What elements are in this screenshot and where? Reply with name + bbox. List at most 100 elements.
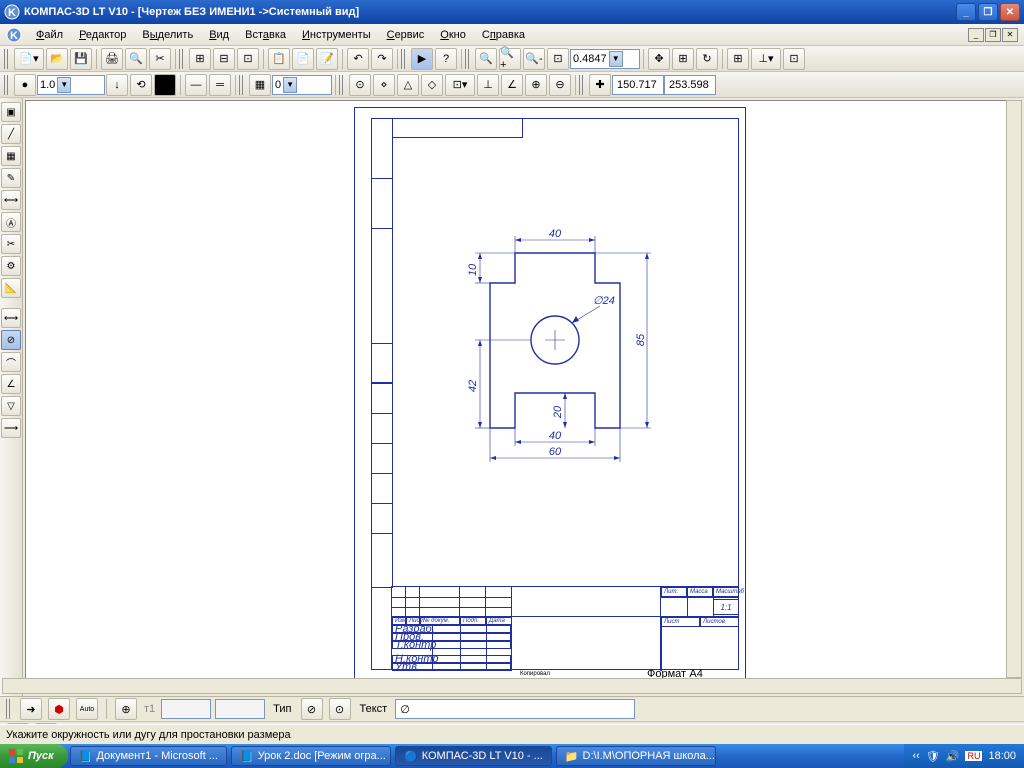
tool-symbol[interactable]: Ⓐ <box>1 212 21 232</box>
ortho-button[interactable]: ⊥▾ <box>751 48 781 70</box>
save-button[interactable]: 💾 <box>70 48 92 70</box>
type-diameter-icon[interactable]: ⊘ <box>301 698 323 720</box>
open-button[interactable]: 📂 <box>46 48 68 70</box>
linetype-button[interactable]: — <box>185 74 207 96</box>
mdi-restore[interactable]: ❐ <box>985 28 1001 42</box>
snap-button[interactable]: ⊡ <box>783 48 805 70</box>
tool-line[interactable]: ╱ <box>1 124 21 144</box>
menu-file[interactable]: Файл <box>28 27 71 43</box>
grip[interactable] <box>339 75 345 95</box>
undo-button[interactable]: ↶ <box>347 48 369 70</box>
subtool-6[interactable]: ⟶ <box>1 418 21 438</box>
cut-button[interactable]: ✂ <box>149 48 171 70</box>
zoom-fit-button[interactable]: ⊡ <box>547 48 569 70</box>
coord-y-field[interactable]: 253.598 <box>664 75 716 95</box>
tool-param[interactable]: ⚙ <box>1 256 21 276</box>
system-tray[interactable]: ‹‹ 🛡 🔊 RU 18:00 <box>904 744 1024 768</box>
tool-text[interactable]: ✎ <box>1 168 21 188</box>
zoom-out-button[interactable]: 🔍- <box>523 48 545 70</box>
coord-x-field[interactable]: 150.717 <box>612 75 664 95</box>
menu-edit[interactable]: Редактор <box>71 27 134 43</box>
task-word2[interactable]: 📘 Урок 2.doc [Режим огра... <box>231 746 391 766</box>
tool-edit[interactable]: ✂ <box>1 234 21 254</box>
text-field[interactable]: ∅ <box>395 699 635 719</box>
refresh-button[interactable]: ↻ <box>696 48 718 70</box>
t1-y-field[interactable] <box>215 699 265 719</box>
minimize-button[interactable]: _ <box>956 3 976 21</box>
scale-combo[interactable]: 1.0▼ <box>37 75 105 95</box>
zoom-prev-button[interactable]: ⊞ <box>672 48 694 70</box>
tool-b[interactable]: ⊟ <box>213 48 235 70</box>
point-icon[interactable]: ⊕ <box>115 698 137 720</box>
snap1[interactable]: ⊙ <box>349 74 371 96</box>
layer-combo[interactable]: 0▼ <box>272 75 332 95</box>
copy-button[interactable]: 📋 <box>268 48 290 70</box>
vertical-scrollbar[interactable] <box>1006 100 1022 678</box>
snap5[interactable]: ⊡▾ <box>445 74 475 96</box>
mdi-close[interactable]: ✕ <box>1002 28 1018 42</box>
auto-icon[interactable]: Auto <box>76 698 98 720</box>
subtool-5[interactable]: ▽ <box>1 396 21 416</box>
new-button[interactable]: 📄▾ <box>14 48 44 70</box>
menu-tools[interactable]: Инструменты <box>294 27 379 43</box>
grip[interactable] <box>465 49 471 69</box>
menu-view[interactable]: Вид <box>201 27 237 43</box>
task-kompas[interactable]: 🔵 КОМПАС-3D LT V10 - ... <box>395 746 552 766</box>
close-button[interactable]: ✕ <box>1000 3 1020 21</box>
redo-button[interactable]: ↷ <box>371 48 393 70</box>
grip[interactable] <box>4 75 10 95</box>
grip[interactable] <box>179 49 185 69</box>
menu-select[interactable]: Выделить <box>134 27 201 43</box>
snap9[interactable]: ⊖ <box>549 74 571 96</box>
preview-button[interactable]: 🔍 <box>125 48 147 70</box>
tray-vol-icon[interactable]: 🔊 <box>946 750 960 763</box>
tray-chevron-icon[interactable]: ‹‹ <box>912 750 919 762</box>
tray-shield-icon[interactable]: 🛡 <box>926 750 940 763</box>
menu-service[interactable]: Сервис <box>379 27 433 43</box>
subtool-3[interactable]: ⌒ <box>1 352 21 372</box>
grid-button[interactable]: ⊞ <box>727 48 749 70</box>
stop-icon[interactable]: ⬢ <box>48 698 70 720</box>
zoom-combo[interactable]: 0.4847▼ <box>570 49 640 69</box>
menu-insert[interactable]: Вставка <box>237 27 294 43</box>
state-button[interactable]: ● <box>14 74 36 96</box>
tool-a[interactable]: ⊞ <box>189 48 211 70</box>
apply-icon[interactable]: ➜ <box>20 698 42 720</box>
paste-button[interactable]: 📄 <box>292 48 314 70</box>
t1-x-field[interactable] <box>161 699 211 719</box>
tool-measure[interactable]: 📐 <box>1 278 21 298</box>
tool-dim[interactable]: ⟷ <box>1 190 21 210</box>
tool-hatch[interactable]: ▦ <box>1 146 21 166</box>
zoom-window-button[interactable]: 🔍 <box>475 48 497 70</box>
cursor-button[interactable]: ▶ <box>411 48 433 70</box>
xy-button[interactable]: ✚ <box>589 74 611 96</box>
snap3[interactable]: △ <box>397 74 419 96</box>
grip[interactable] <box>239 75 245 95</box>
task-word[interactable]: 📘 Документ1 - Microsoft ... <box>70 746 227 766</box>
tray-clock[interactable]: 18:00 <box>988 750 1016 762</box>
snap8[interactable]: ⊕ <box>525 74 547 96</box>
subtool-1[interactable]: ⟷ <box>1 308 21 328</box>
help-button[interactable]: ? <box>435 48 457 70</box>
zoom-in-button[interactable]: 🔍+ <box>499 48 521 70</box>
menu-help[interactable]: Справка <box>474 27 533 43</box>
type-radius-icon[interactable]: ⊙ <box>329 698 351 720</box>
print-button[interactable]: 🖨 <box>101 48 123 70</box>
snap4[interactable]: ◇ <box>421 74 443 96</box>
grip[interactable] <box>401 49 407 69</box>
mdi-minimize[interactable]: _ <box>968 28 984 42</box>
grip[interactable] <box>6 699 12 719</box>
lineweight-button[interactable]: ═ <box>209 74 231 96</box>
down-button[interactable]: ↓ <box>106 74 128 96</box>
color-button[interactable] <box>154 74 176 96</box>
snap2[interactable]: ⋄ <box>373 74 395 96</box>
start-button[interactable]: Пуск <box>0 744 68 768</box>
tool-c[interactable]: ⊡ <box>237 48 259 70</box>
layer-button[interactable]: ▦ <box>249 74 271 96</box>
snap6[interactable]: ⊥ <box>477 74 499 96</box>
task-explorer[interactable]: 📁 D:\I.М\ОПОРНАЯ школа... <box>556 746 716 766</box>
drawing-canvas[interactable]: 40 85 10 42 <box>25 100 1008 694</box>
scale-tool[interactable]: ⟲ <box>130 74 152 96</box>
grip[interactable] <box>4 49 10 69</box>
tool-select[interactable]: ▣ <box>1 102 21 122</box>
